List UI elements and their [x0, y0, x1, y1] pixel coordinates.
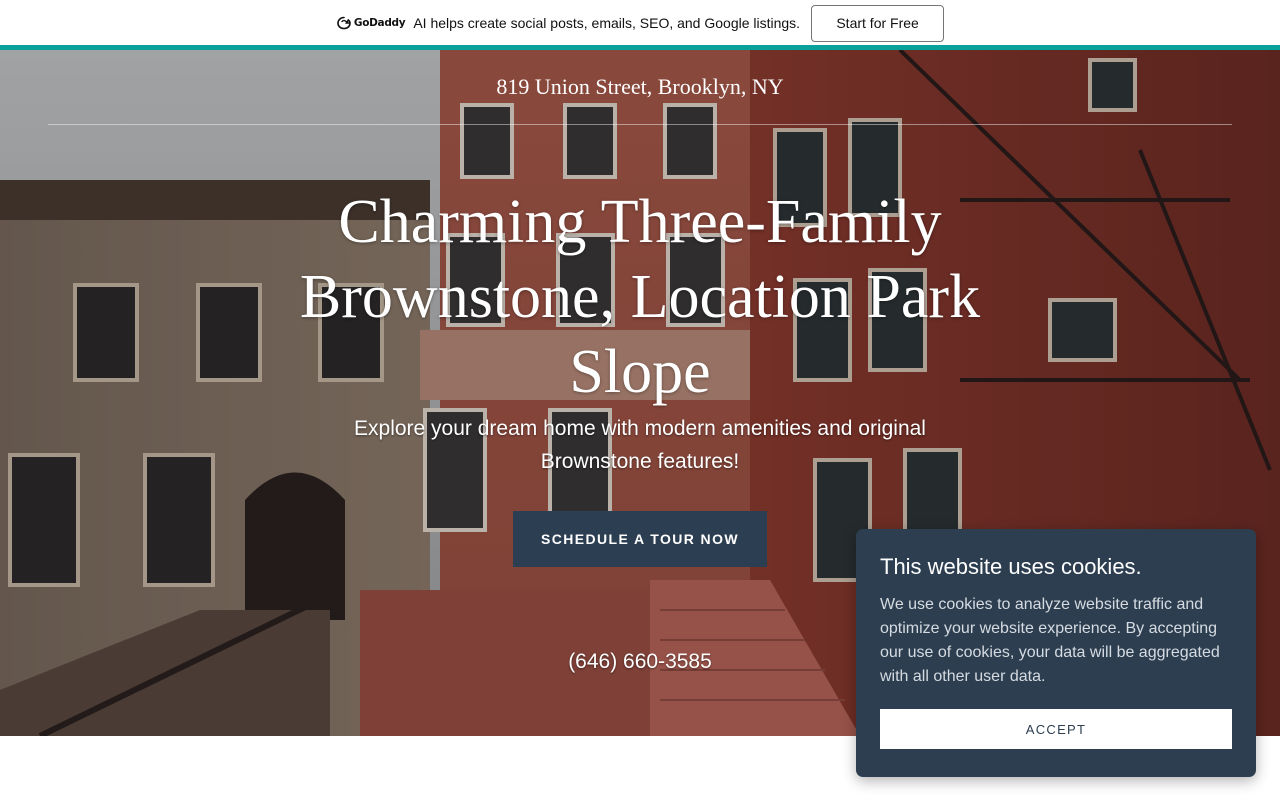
start-for-free-button[interactable]: Start for Free — [811, 4, 945, 42]
header-divider — [48, 124, 1232, 125]
schedule-tour-button[interactable]: SCHEDULE A TOUR NOW — [513, 511, 767, 567]
promo-content: GoDaddy AI helps create social posts, em… — [336, 4, 945, 42]
hero-title: Charming Three-Family Brownstone, Locati… — [299, 188, 981, 406]
godaddy-logo-icon — [337, 16, 351, 30]
promo-text: AI helps create social posts, emails, SE… — [413, 15, 801, 31]
cookie-message: We use cookies to analyze website traffi… — [880, 596, 1220, 685]
promo-bar: GoDaddy AI helps create social posts, em… — [0, 0, 1280, 46]
accept-cookies-button[interactable]: ACCEPT — [880, 709, 1232, 749]
site-title[interactable]: 819 Union Street, Brooklyn, NY — [0, 74, 1280, 100]
godaddy-brand[interactable]: GoDaddy — [336, 15, 406, 31]
brand-name: GoDaddy — [353, 17, 406, 29]
hero-subtitle: Explore your dream home with modern amen… — [354, 417, 926, 473]
cookie-banner: This website uses cookies. We use cookie… — [856, 529, 1256, 777]
cookie-title: This website uses cookies. — [880, 554, 1142, 579]
